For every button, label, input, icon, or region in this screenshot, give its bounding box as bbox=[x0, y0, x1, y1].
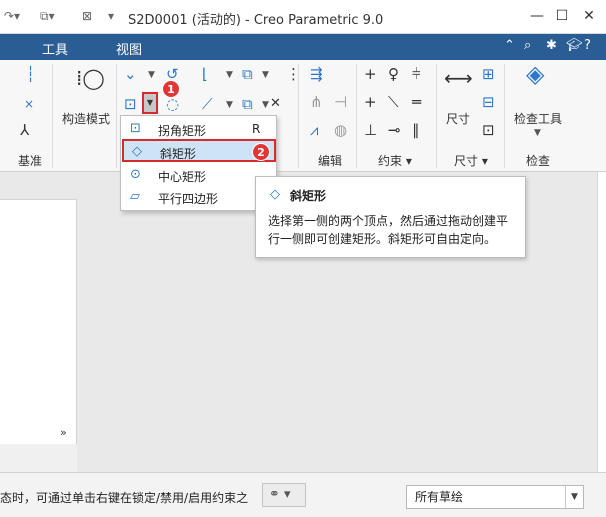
thicken-icon[interactable]: ⧉ bbox=[242, 96, 253, 112]
menu-bar: 工具 视图 ⌃ ⌕ ✱ 🎓︎ ? bbox=[0, 34, 606, 60]
horizontal-constraint-icon[interactable]: + bbox=[364, 94, 377, 110]
collapse-ribbon-icon[interactable]: ⌃ bbox=[504, 38, 515, 53]
close-button[interactable]: ✕ bbox=[578, 6, 600, 26]
maximize-button[interactable]: ☐ bbox=[551, 6, 573, 26]
parallel-constraint-icon[interactable]: ∥ bbox=[412, 122, 420, 138]
selection-filter-select[interactable]: 所有草绘 ▼ bbox=[406, 485, 584, 509]
search-icon[interactable]: ⌕ bbox=[524, 38, 531, 53]
group-constrain: 约束 ▾ bbox=[378, 154, 412, 168]
window-switch-icon[interactable]: ⧉▾ bbox=[40, 9, 55, 24]
rectangle-icon[interactable]: ⊡ bbox=[124, 96, 137, 112]
help-icon[interactable]: ? bbox=[584, 38, 591, 53]
menu-tools[interactable]: 工具 bbox=[42, 39, 68, 58]
tooltip-title: 斜矩形 bbox=[290, 189, 327, 203]
tangent-constraint-icon[interactable]: ♀ bbox=[388, 66, 399, 82]
title-bar: ↷▾ ⧉▾ ⊠ ▾ S2D0001 (活动的) - Creo Parametri… bbox=[0, 0, 606, 34]
step-badge-1: 1 bbox=[162, 80, 180, 98]
menu-view[interactable]: 视图 bbox=[116, 39, 142, 58]
model-tree-header bbox=[0, 172, 77, 200]
menu-item-parallelogram[interactable]: ▱ 平行四边形 bbox=[122, 186, 276, 209]
fillet-icon[interactable]: ⌊ bbox=[202, 66, 208, 82]
inspect-tools-icon[interactable]: ◈ bbox=[526, 62, 544, 86]
quick-access-dropdown-icon[interactable]: ▾ bbox=[108, 9, 114, 23]
group-edit: 编辑 bbox=[318, 154, 343, 168]
coincident-constraint-icon[interactable]: ⊸ bbox=[388, 122, 401, 138]
chevron-down-icon[interactable]: ▼ bbox=[565, 486, 583, 508]
group-dimension: 尺寸 ▾ bbox=[454, 154, 488, 168]
modify-icon[interactable]: ⋔ bbox=[310, 94, 323, 110]
expand-icon[interactable]: » bbox=[60, 426, 67, 439]
find-button[interactable]: ⚭ ▾ bbox=[262, 483, 306, 507]
binoculars-icon: ⚭ bbox=[269, 487, 280, 502]
status-message: 态时，可通过单击右键在锁定/禁用/启用约束之 bbox=[0, 491, 249, 505]
tooltip: ◇ 斜矩形 选择第一侧的两个顶点，然后通过拖动创建平行一侧即可创建矩形。斜矩形可… bbox=[255, 176, 526, 258]
coordinate-system-icon[interactable]: ⅄ bbox=[20, 122, 29, 138]
selection-filter-value: 所有草绘 bbox=[415, 490, 464, 504]
line-icon[interactable]: ⌄ bbox=[124, 66, 137, 82]
corner-icon[interactable]: ⊣ bbox=[334, 94, 347, 110]
menu-item-corner-rectangle[interactable]: ⊡ 拐角矩形 R bbox=[122, 118, 276, 141]
symmetric-constraint-icon[interactable]: ⫩ bbox=[412, 66, 421, 82]
scale-icon[interactable]: ◍ bbox=[334, 122, 347, 138]
mirror-icon[interactable]: ⇶ bbox=[310, 66, 323, 82]
tooltip-body: 选择第一侧的两个顶点，然后通过拖动创建平行一侧即可创建矩形。斜矩形可自由定向。 bbox=[268, 214, 509, 246]
point-icon[interactable]: × bbox=[24, 96, 34, 112]
rectangle-dropdown-button[interactable]: ▼ bbox=[142, 92, 158, 114]
baseline-icon[interactable]: ⊟ bbox=[482, 94, 495, 110]
step-badge-2: 2 bbox=[252, 143, 270, 161]
offset-icon[interactable]: ⧉ bbox=[242, 66, 253, 82]
right-edge-panel bbox=[597, 172, 606, 472]
center-rectangle-icon: ⊙ bbox=[130, 167, 141, 182]
graduation-cap-icon[interactable]: 🎓︎ bbox=[566, 38, 583, 53]
parallelogram-icon: ▱ bbox=[130, 189, 140, 204]
perpendicular-constraint-icon[interactable]: ⊥ bbox=[364, 122, 377, 138]
chamfer-icon[interactable]: ⟋ bbox=[202, 96, 213, 112]
vertical-constraint-icon[interactable]: + bbox=[364, 66, 377, 82]
dimension-button[interactable]: 尺寸 bbox=[446, 110, 470, 127]
construction-mode-button[interactable]: 构造模式 bbox=[62, 110, 110, 127]
dimension-icon[interactable]: ⟷ bbox=[444, 68, 473, 88]
equal-constraint-icon[interactable]: ═ bbox=[412, 94, 421, 110]
creo-window: ↷▾ ⧉▾ ⊠ ▾ S2D0001 (活动的) - Creo Parametri… bbox=[0, 0, 606, 517]
delete-segment-icon[interactable]: ✕ bbox=[270, 96, 281, 112]
minimize-button[interactable]: — bbox=[526, 6, 548, 26]
corner-rectangle-icon: ⊡ bbox=[130, 121, 141, 136]
redo-icon[interactable]: ↷▾ bbox=[4, 9, 20, 23]
close-window-icon[interactable]: ⊠ bbox=[82, 9, 92, 23]
rectangle-type-menu: ⊡ 拐角矩形 R ◇ 斜矩形 ⊙ 中心矩形 ▱ 平行四边形 bbox=[120, 115, 277, 211]
ribbon: ┆ × ⅄ 基准 ⁞◯ 构造模式 ⌄ ▼ ↺ ⌊ ▼ ⧉ ▼ ⋮ ⊡ ◌ ⟋ ▼… bbox=[0, 60, 606, 172]
window-title: S2D0001 (活动的) - Creo Parametric 9.0 bbox=[128, 13, 384, 28]
slanted-rectangle-icon: ◇ bbox=[132, 144, 142, 159]
inspect-tools-button[interactable]: 检查工具 bbox=[514, 110, 562, 127]
menu-item-center-rectangle[interactable]: ⊙ 中心矩形 bbox=[122, 164, 276, 187]
reference-icon[interactable]: ⊡ bbox=[482, 122, 495, 138]
group-datum: 基准 bbox=[18, 154, 43, 168]
midpoint-constraint-icon[interactable]: ⟍ bbox=[388, 94, 399, 110]
model-tree-pane: » bbox=[0, 172, 77, 444]
construction-mode-icon[interactable]: ⁞◯ bbox=[76, 68, 105, 88]
group-inspect: 检查 bbox=[526, 154, 551, 168]
rotate-resize-icon[interactable]: ⩘ bbox=[310, 122, 318, 138]
centerline-icon[interactable]: ┆ bbox=[26, 66, 35, 82]
perimeter-icon[interactable]: ⊞ bbox=[482, 66, 495, 82]
settings-icon[interactable]: ✱ bbox=[546, 38, 557, 53]
slanted-rectangle-icon: ◇ bbox=[270, 187, 280, 202]
status-bar: 态时，可通过单击右键在锁定/禁用/启用约束之 ⚭ ▾ 所有草绘 ▼ bbox=[0, 472, 606, 517]
